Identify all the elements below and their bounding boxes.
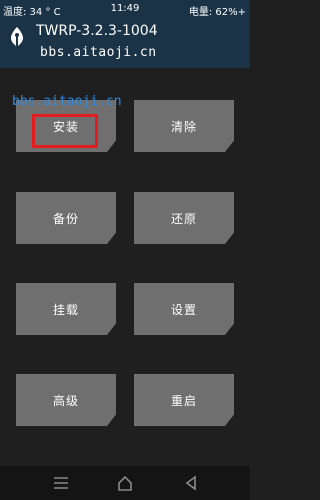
app-header: TWRP-3.2.3-1004 bbs.aitaoji.cn [0, 18, 250, 68]
menu-icon[interactable] [52, 474, 70, 492]
watermark-text: bbs.aitaoji.cn [12, 94, 122, 109]
settings-label: 设置 [170, 302, 197, 317]
backup-label: 备份 [52, 211, 79, 226]
reboot-label: 重启 [170, 393, 197, 408]
restore-label: 还原 [170, 211, 197, 226]
settings-button[interactable]: 设置 [134, 283, 234, 335]
app-subtitle: bbs.aitaoji.cn [40, 45, 157, 60]
reboot-button[interactable]: 重启 [134, 374, 234, 426]
back-icon[interactable] [182, 474, 200, 492]
mount-label: 挂载 [52, 302, 79, 317]
status-bar: 温度: 34 ° C 11:49 电量: 62%+ [0, 0, 250, 18]
navigation-bar [0, 466, 250, 500]
highlight-box [32, 114, 98, 148]
app-title: TWRP-3.2.3-1004 [36, 23, 158, 39]
mount-button[interactable]: 挂载 [16, 283, 116, 335]
battery-readout: 电量: 62%+ [188, 7, 246, 18]
home-icon[interactable] [116, 474, 134, 492]
wipe-label: 清除 [170, 119, 197, 134]
advanced-label: 高级 [52, 393, 79, 408]
backup-button[interactable]: 备份 [16, 192, 116, 244]
wipe-button[interactable]: 清除 [134, 100, 234, 152]
twrp-logo-icon [11, 27, 23, 47]
advanced-button[interactable]: 高级 [16, 374, 116, 426]
restore-button[interactable]: 还原 [134, 192, 234, 244]
